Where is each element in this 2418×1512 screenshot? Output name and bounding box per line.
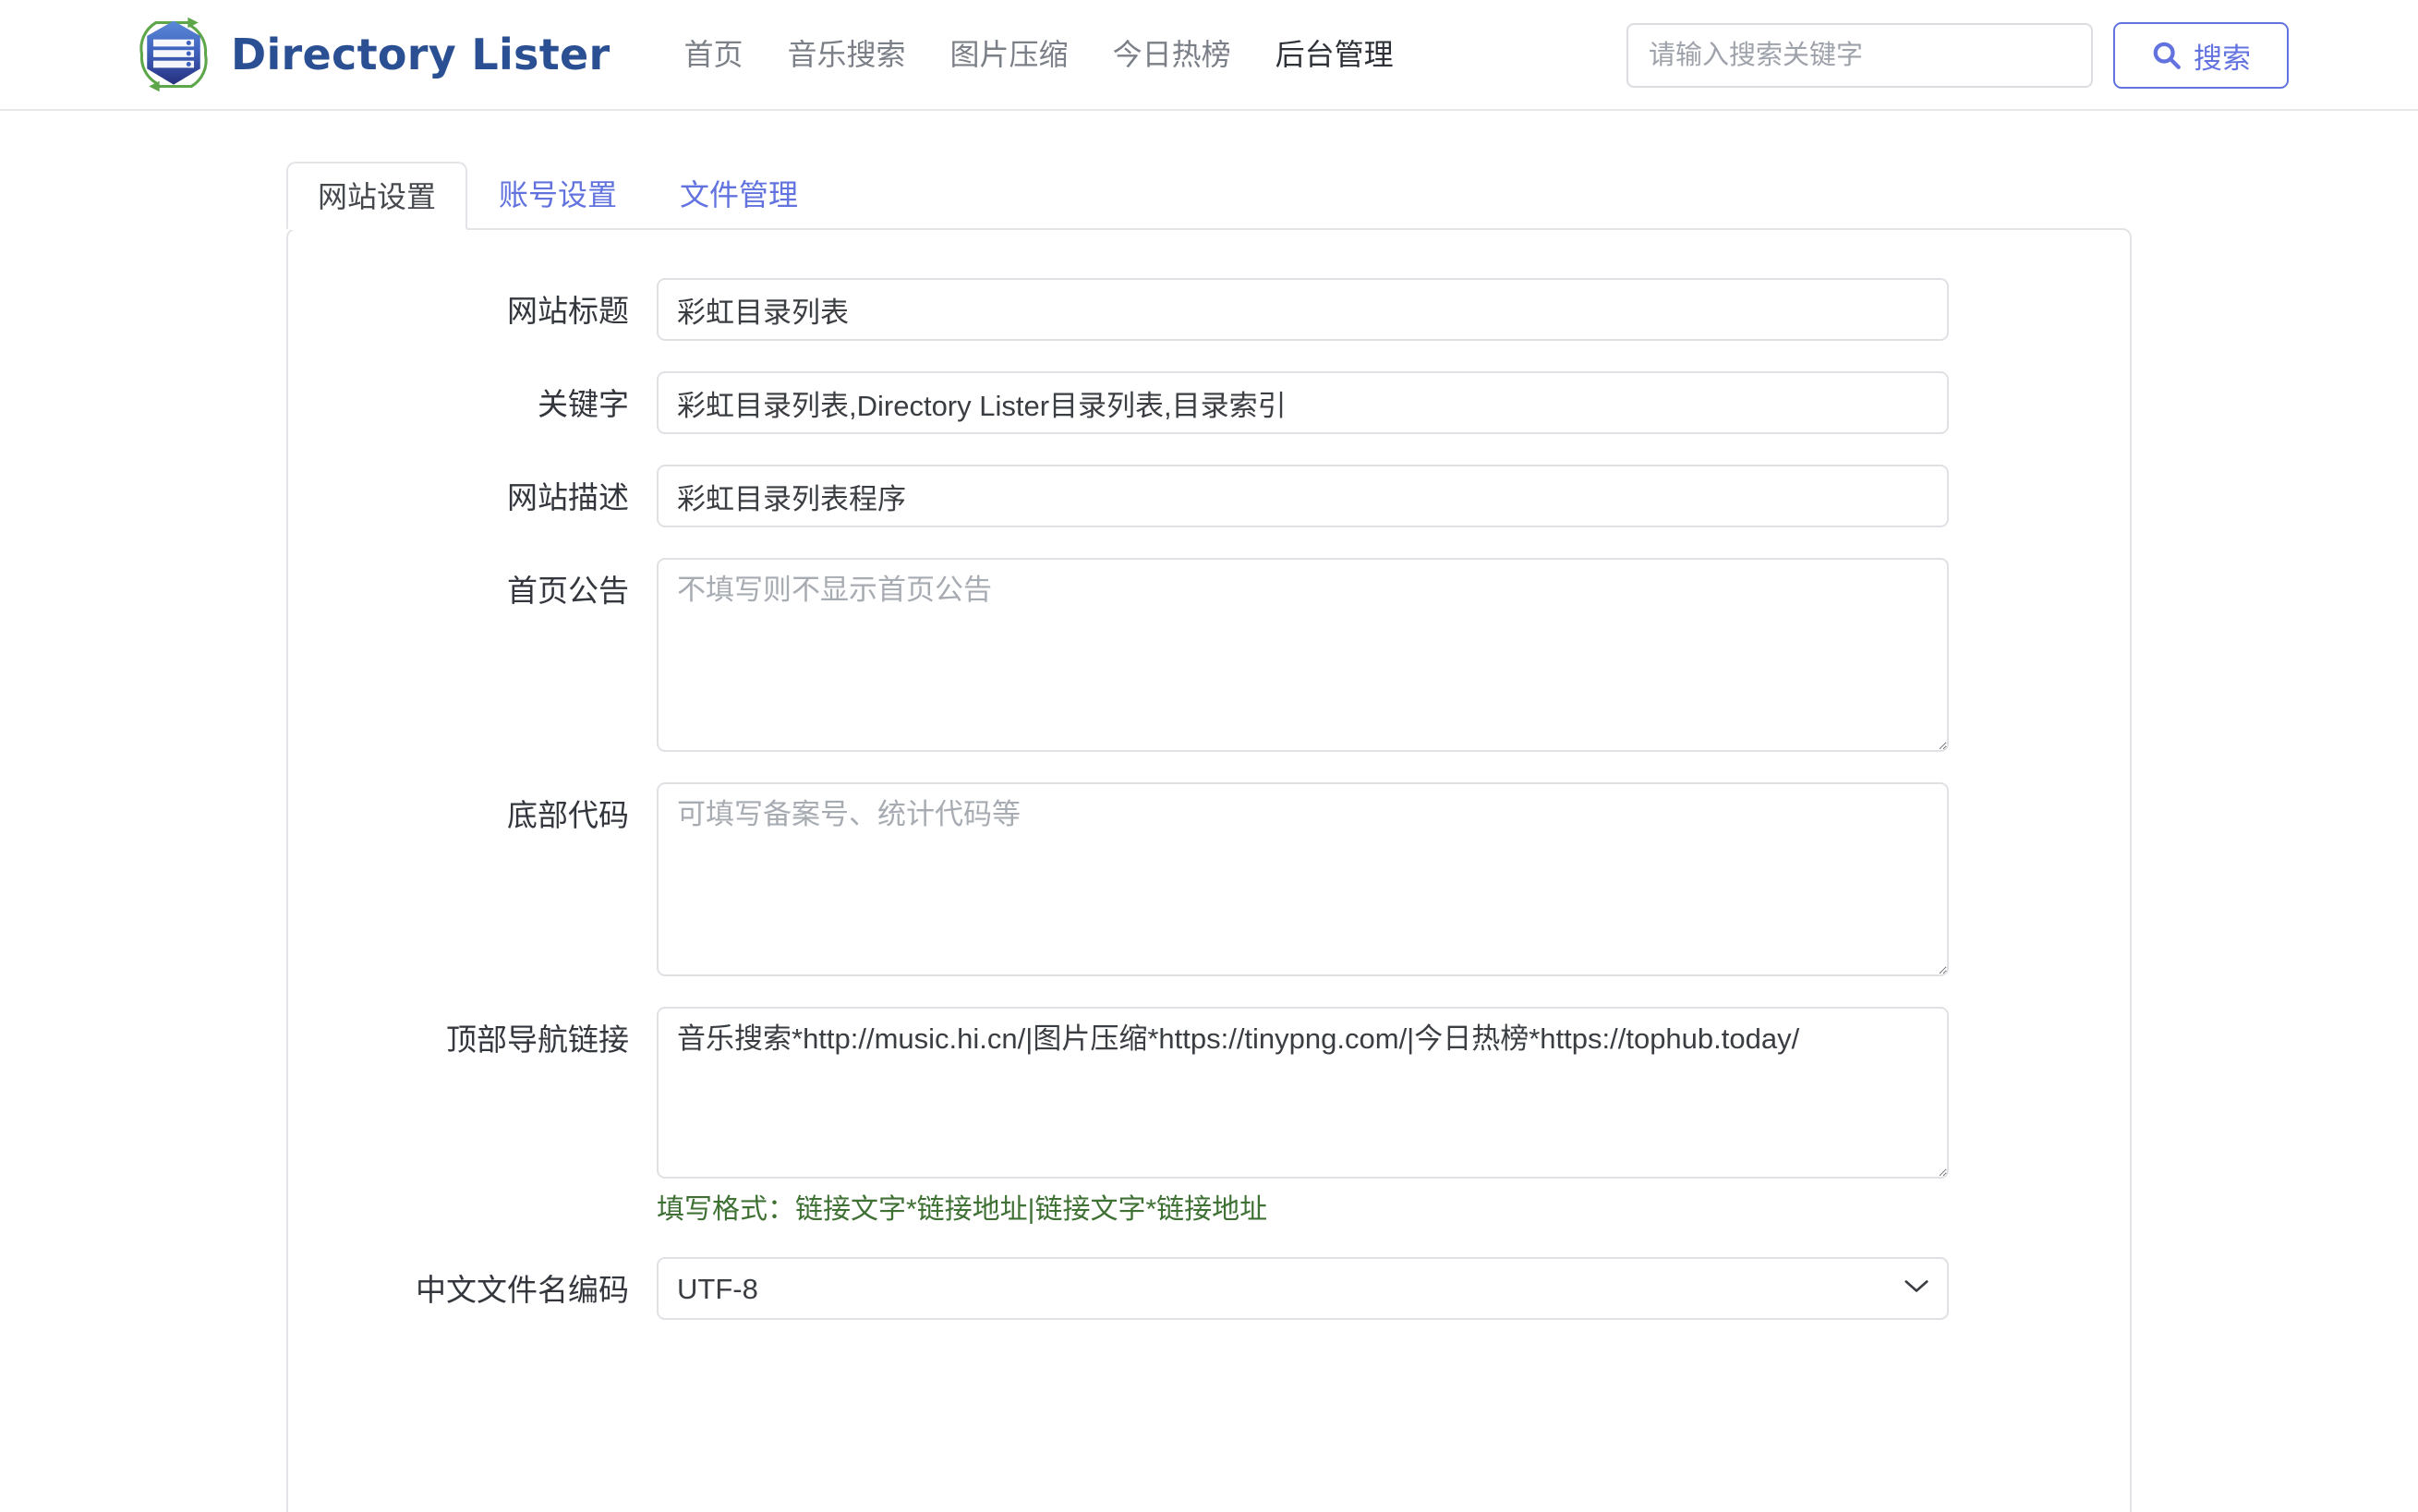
search-button[interactable]: 搜索 — [2113, 22, 2289, 89]
form-row-announcement: 首页公告 — [338, 558, 2080, 752]
content-wrap: 网站设置 账号设置 文件管理 网站标题 关键字 网站描述 首页公告 — [0, 111, 2418, 1512]
footer-code-textarea[interactable] — [657, 782, 1949, 976]
nav-item-admin[interactable]: 后台管理 — [1253, 0, 1416, 110]
nav-item-home[interactable]: 首页 — [662, 0, 766, 110]
tab-site-settings[interactable]: 网站设置 — [286, 162, 468, 230]
nav-links-label: 顶部导航链接 — [446, 1022, 629, 1057]
keywords-input[interactable] — [657, 371, 1949, 434]
site-title-label: 网站标题 — [507, 294, 629, 328]
keywords-label: 关键字 — [538, 387, 629, 421]
search-icon — [2151, 40, 2182, 71]
search-button-label: 搜索 — [2194, 42, 2251, 75]
filename-encoding-label: 中文文件名编码 — [416, 1273, 629, 1307]
nav-item-music-search[interactable]: 音乐搜索 — [766, 0, 928, 110]
site-settings-card: 网站标题 关键字 网站描述 首页公告 底 — [286, 228, 2132, 1512]
announcement-textarea[interactable] — [657, 558, 1949, 752]
form-row-footer-code: 底部代码 — [338, 782, 2080, 976]
header-search: 搜索 — [1626, 0, 2289, 111]
tab-bar: 网站设置 账号设置 文件管理 — [286, 156, 2132, 230]
site-header: Directory Lister 首页 音乐搜索 图片压缩 今日热榜 后台管理 … — [0, 0, 2418, 111]
nav-item-hot-list[interactable]: 今日热榜 — [1091, 0, 1253, 110]
search-input[interactable] — [1626, 23, 2093, 88]
form-row-nav-links: 顶部导航链接 填写格式：链接文字*链接地址|链接文字*链接地址 — [338, 1007, 2080, 1227]
tab-file-management[interactable]: 文件管理 — [648, 160, 829, 228]
description-label: 网站描述 — [507, 480, 629, 514]
announcement-label: 首页公告 — [507, 574, 629, 608]
form-row-filename-encoding: 中文文件名编码 UTF-8GBK — [338, 1257, 2080, 1320]
nav-item-image-compress[interactable]: 图片压缩 — [928, 0, 1091, 110]
filename-encoding-select[interactable]: UTF-8GBK — [657, 1257, 1949, 1320]
directory-lister-hexagon-logo-icon — [129, 12, 218, 97]
brand-link[interactable]: Directory Lister — [129, 12, 611, 97]
description-input[interactable] — [657, 465, 1949, 527]
nav-links-textarea[interactable] — [657, 1007, 1949, 1179]
form-row-keywords: 关键字 — [338, 371, 2080, 434]
site-title-input[interactable] — [657, 278, 1949, 341]
tab-account-settings[interactable]: 账号设置 — [467, 160, 648, 228]
footer-code-label: 底部代码 — [507, 798, 629, 832]
nav-links-hint: 填写格式：链接文字*链接地址|链接文字*链接地址 — [657, 1194, 1268, 1225]
form-row-description: 网站描述 — [338, 465, 2080, 527]
main-nav: 首页 音乐搜索 图片压缩 今日热榜 后台管理 — [662, 0, 1416, 110]
form-row-site-title: 网站标题 — [338, 278, 2080, 341]
brand-name: Directory Lister — [231, 30, 611, 79]
